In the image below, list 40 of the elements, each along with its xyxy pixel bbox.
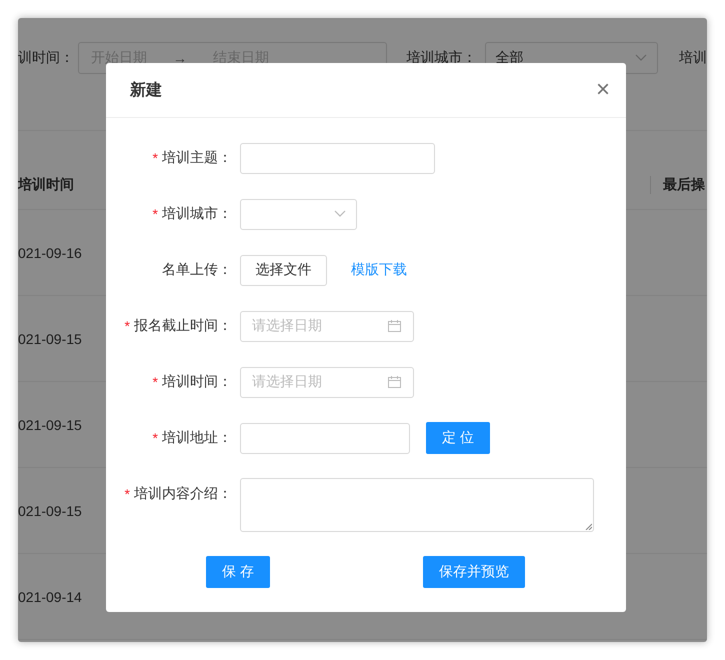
field-label: 报名截止时间： — [134, 317, 232, 335]
locate-button[interactable]: 定 位 — [426, 422, 490, 454]
table-cell: 021-09-16 — [18, 244, 82, 260]
save-button[interactable]: 保 存 — [206, 556, 270, 588]
field-label: 培训城市： — [162, 205, 232, 223]
date-field[interactable]: 请选择日期 — [240, 366, 414, 398]
resize-grip-icon — [585, 523, 592, 530]
table-cell: 021-09-14 — [18, 588, 82, 604]
table-cell: 021-09-15 — [18, 416, 82, 432]
required-asterisk: * — [124, 486, 130, 502]
filter-label: 培训 — [679, 49, 707, 67]
date-field[interactable]: 请选择日期 — [240, 310, 414, 342]
field-label: 培训时间： — [162, 373, 232, 391]
save-preview-button[interactable]: 保存并预览 — [423, 556, 525, 588]
chevron-down-icon — [334, 210, 346, 218]
required-asterisk: * — [152, 206, 158, 222]
table-cell: 021-09-15 — [18, 502, 82, 518]
required-asterisk: * — [124, 318, 130, 334]
chevron-down-icon — [635, 54, 647, 62]
filter-label: 培训城市： — [406, 49, 477, 67]
dialog-title: 新建 — [130, 80, 162, 100]
template-download-link[interactable]: 模版下载 — [351, 261, 407, 279]
input-field[interactable] — [240, 422, 410, 454]
table-cell: 021-09-15 — [18, 330, 82, 346]
close-button[interactable]: × — [596, 78, 610, 102]
textarea-field[interactable] — [240, 478, 594, 532]
field-label: 培训内容介绍： — [134, 485, 232, 503]
select-field[interactable] — [240, 198, 357, 230]
field-label: 培训地址： — [162, 429, 232, 447]
required-asterisk: * — [152, 430, 158, 446]
calendar-icon — [388, 320, 401, 332]
field-label: 培训主题： — [162, 149, 232, 167]
field-label: 名单上传： — [162, 261, 232, 279]
required-asterisk: * — [152, 150, 158, 166]
filter-label: 训时间： — [18, 49, 74, 67]
column-header: 最后操 — [650, 176, 705, 194]
choose-file-button[interactable]: 选择文件 — [240, 254, 327, 286]
calendar-icon — [388, 376, 401, 388]
input-field[interactable] — [240, 142, 435, 174]
required-asterisk: * — [152, 374, 158, 390]
